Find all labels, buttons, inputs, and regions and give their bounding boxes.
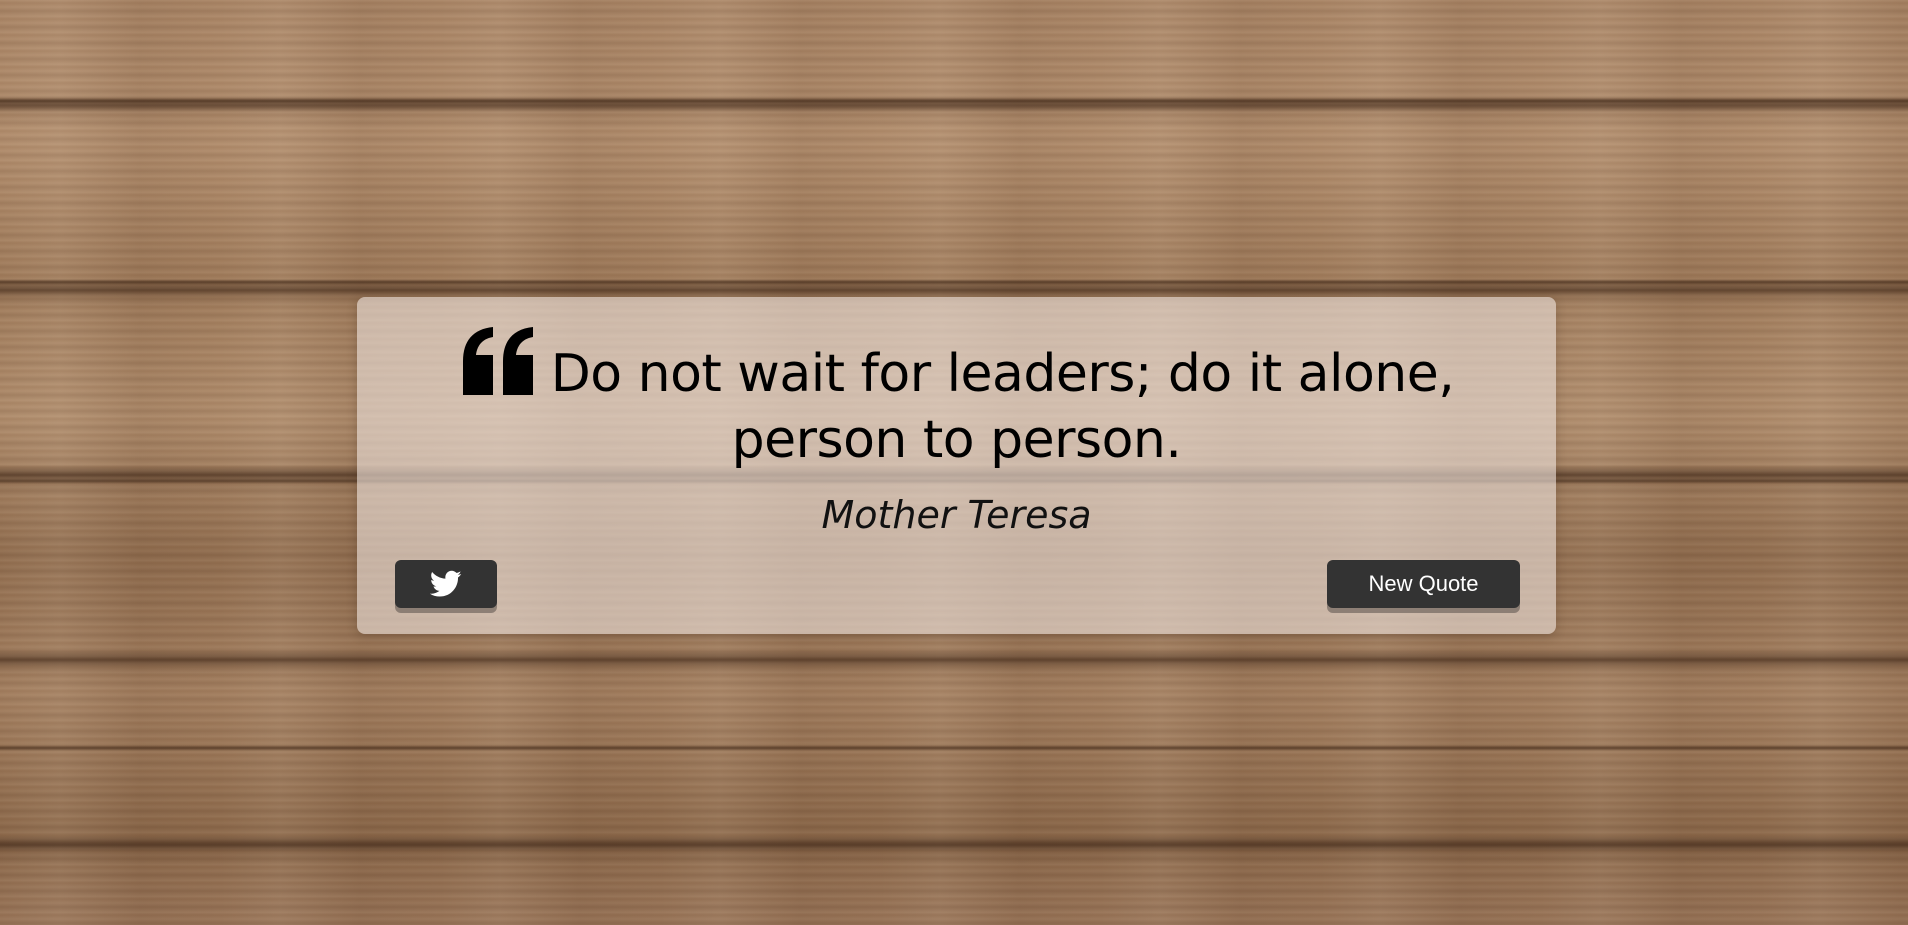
wood-seam [0, 98, 1908, 104]
new-quote-button[interactable]: New Quote [1327, 560, 1520, 608]
quote-card: Do not wait for leaders; do it alone, pe… [357, 297, 1556, 634]
twitter-icon [430, 570, 462, 598]
wood-seam [0, 745, 1908, 751]
quote-block: Do not wait for leaders; do it alone, pe… [397, 325, 1516, 473]
quote-left-icon [459, 325, 539, 397]
tweet-button[interactable] [395, 560, 497, 608]
quote-text: Do not wait for leaders; do it alone, pe… [550, 344, 1455, 470]
quote-author: Mother Teresa [821, 493, 1092, 537]
wood-seam [0, 279, 1908, 285]
